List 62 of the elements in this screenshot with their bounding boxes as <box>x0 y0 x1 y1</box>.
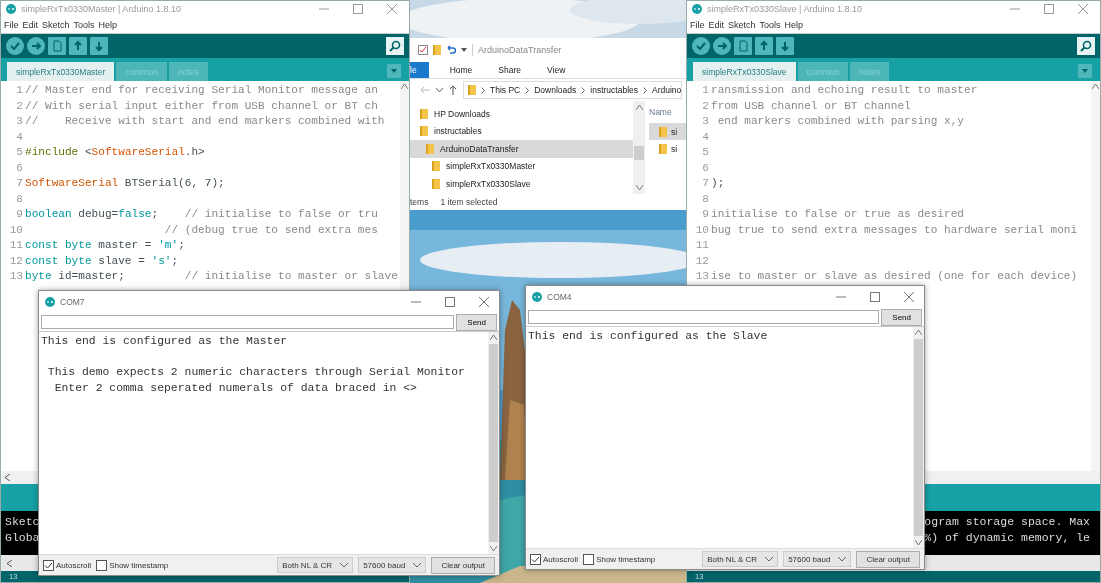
checkbox-label: Autoscroll <box>56 560 92 570</box>
line-number: 12 <box>694 253 710 269</box>
checkbox-label: Show timestamp <box>109 560 169 570</box>
window-title: simpleRxTx0330Slave | Arduino 1.8.10 <box>707 4 862 14</box>
status-text: 1 item selected <box>440 197 498 207</box>
line-number: 1 <box>15 83 24 98</box>
code-line: SoftwareSerial BTSerial(6, 7); <box>25 176 225 191</box>
console-line: %) of dynamic memory, le <box>924 530 1090 546</box>
code-line: // With serial input either from USB channel or BT ch <box>25 98 378 114</box>
window-title: COM7 <box>60 297 85 307</box>
code-line: ise to master or slave as desired (one for each device) <box>711 269 1078 284</box>
line-number: 11 <box>694 238 710 253</box>
code-line: boolean debug=false; // initialise to false or tru <box>25 207 378 222</box>
output-line: This demo expects 2 numeric characters through Serial Monitor <box>46 365 466 380</box>
console-line: ogram storage space. Max <box>924 514 1090 530</box>
checkbox-label: Autoscroll <box>543 554 579 564</box>
console-line: Sketc <box>5 514 40 530</box>
line-number: 5 <box>15 145 24 160</box>
line-number: 11 <box>8 238 24 253</box>
line-number: 6 <box>701 160 710 176</box>
code-line: bug true to send extra messages to hardware serial moni <box>711 222 1078 238</box>
line-number: 4 <box>15 129 24 145</box>
code-line: const byte slave = 's'; <box>25 253 179 269</box>
code-line: // Master end for receiving Serial Monitor message an <box>25 83 378 98</box>
code-line: initialise to false or true as desired <box>711 207 964 222</box>
output-line: Enter 2 comma seperated numerals of data braced in <> <box>53 380 418 396</box>
line-number: 13 <box>694 269 710 284</box>
code-line: byte id=master; // initialise to master or slave <box>25 269 398 284</box>
line-number: 7 <box>15 176 24 191</box>
line-number: 6 <box>15 160 24 176</box>
line-number: 1 <box>701 83 710 98</box>
line-number: 12 <box>8 253 24 269</box>
window-title: ArduinoDataTransfer <box>478 45 562 55</box>
line-number: 13 <box>8 269 24 284</box>
line-number: 8 <box>701 191 710 207</box>
code-line: from USB channel or BT channel <box>711 98 911 114</box>
line-number: 4 <box>701 129 710 145</box>
line-number: 8 <box>15 191 24 207</box>
line-number: 3 <box>15 114 24 129</box>
code-line: // (debug true to send extra mes <box>163 222 378 238</box>
output-line: This end is configured as the Slave <box>528 329 769 344</box>
line-number: 10 <box>8 222 24 238</box>
status-text: tems <box>410 197 429 207</box>
output-line: This end is configured as the Master <box>41 334 289 349</box>
line-number: 3 <box>701 114 710 129</box>
code-line: #include <SoftwareSerial.h> <box>25 145 205 160</box>
window-title: simpleRxTx0330Master | Arduino 1.8.10 <box>21 4 181 14</box>
code-line: const byte master = 'm'; <box>25 238 185 253</box>
line-number: 9 <box>15 207 24 222</box>
line-number: 10 <box>694 222 710 238</box>
line-number: 9 <box>701 207 710 222</box>
code-line: end markers combined with parsing x,y <box>716 114 964 129</box>
line-number: 2 <box>15 98 24 114</box>
code-line: // Receive with start and end markers combined with <box>25 114 385 129</box>
line-number: 2 <box>701 98 710 114</box>
window-title: COM4 <box>547 292 572 302</box>
console-line: Globa <box>5 530 40 546</box>
line-number: 5 <box>701 145 710 160</box>
code-line: ransmission and echoing result to master <box>711 83 978 98</box>
code-line: ); <box>711 176 725 191</box>
line-number: 7 <box>701 176 710 191</box>
checkbox-label: Show timestamp <box>596 554 656 564</box>
